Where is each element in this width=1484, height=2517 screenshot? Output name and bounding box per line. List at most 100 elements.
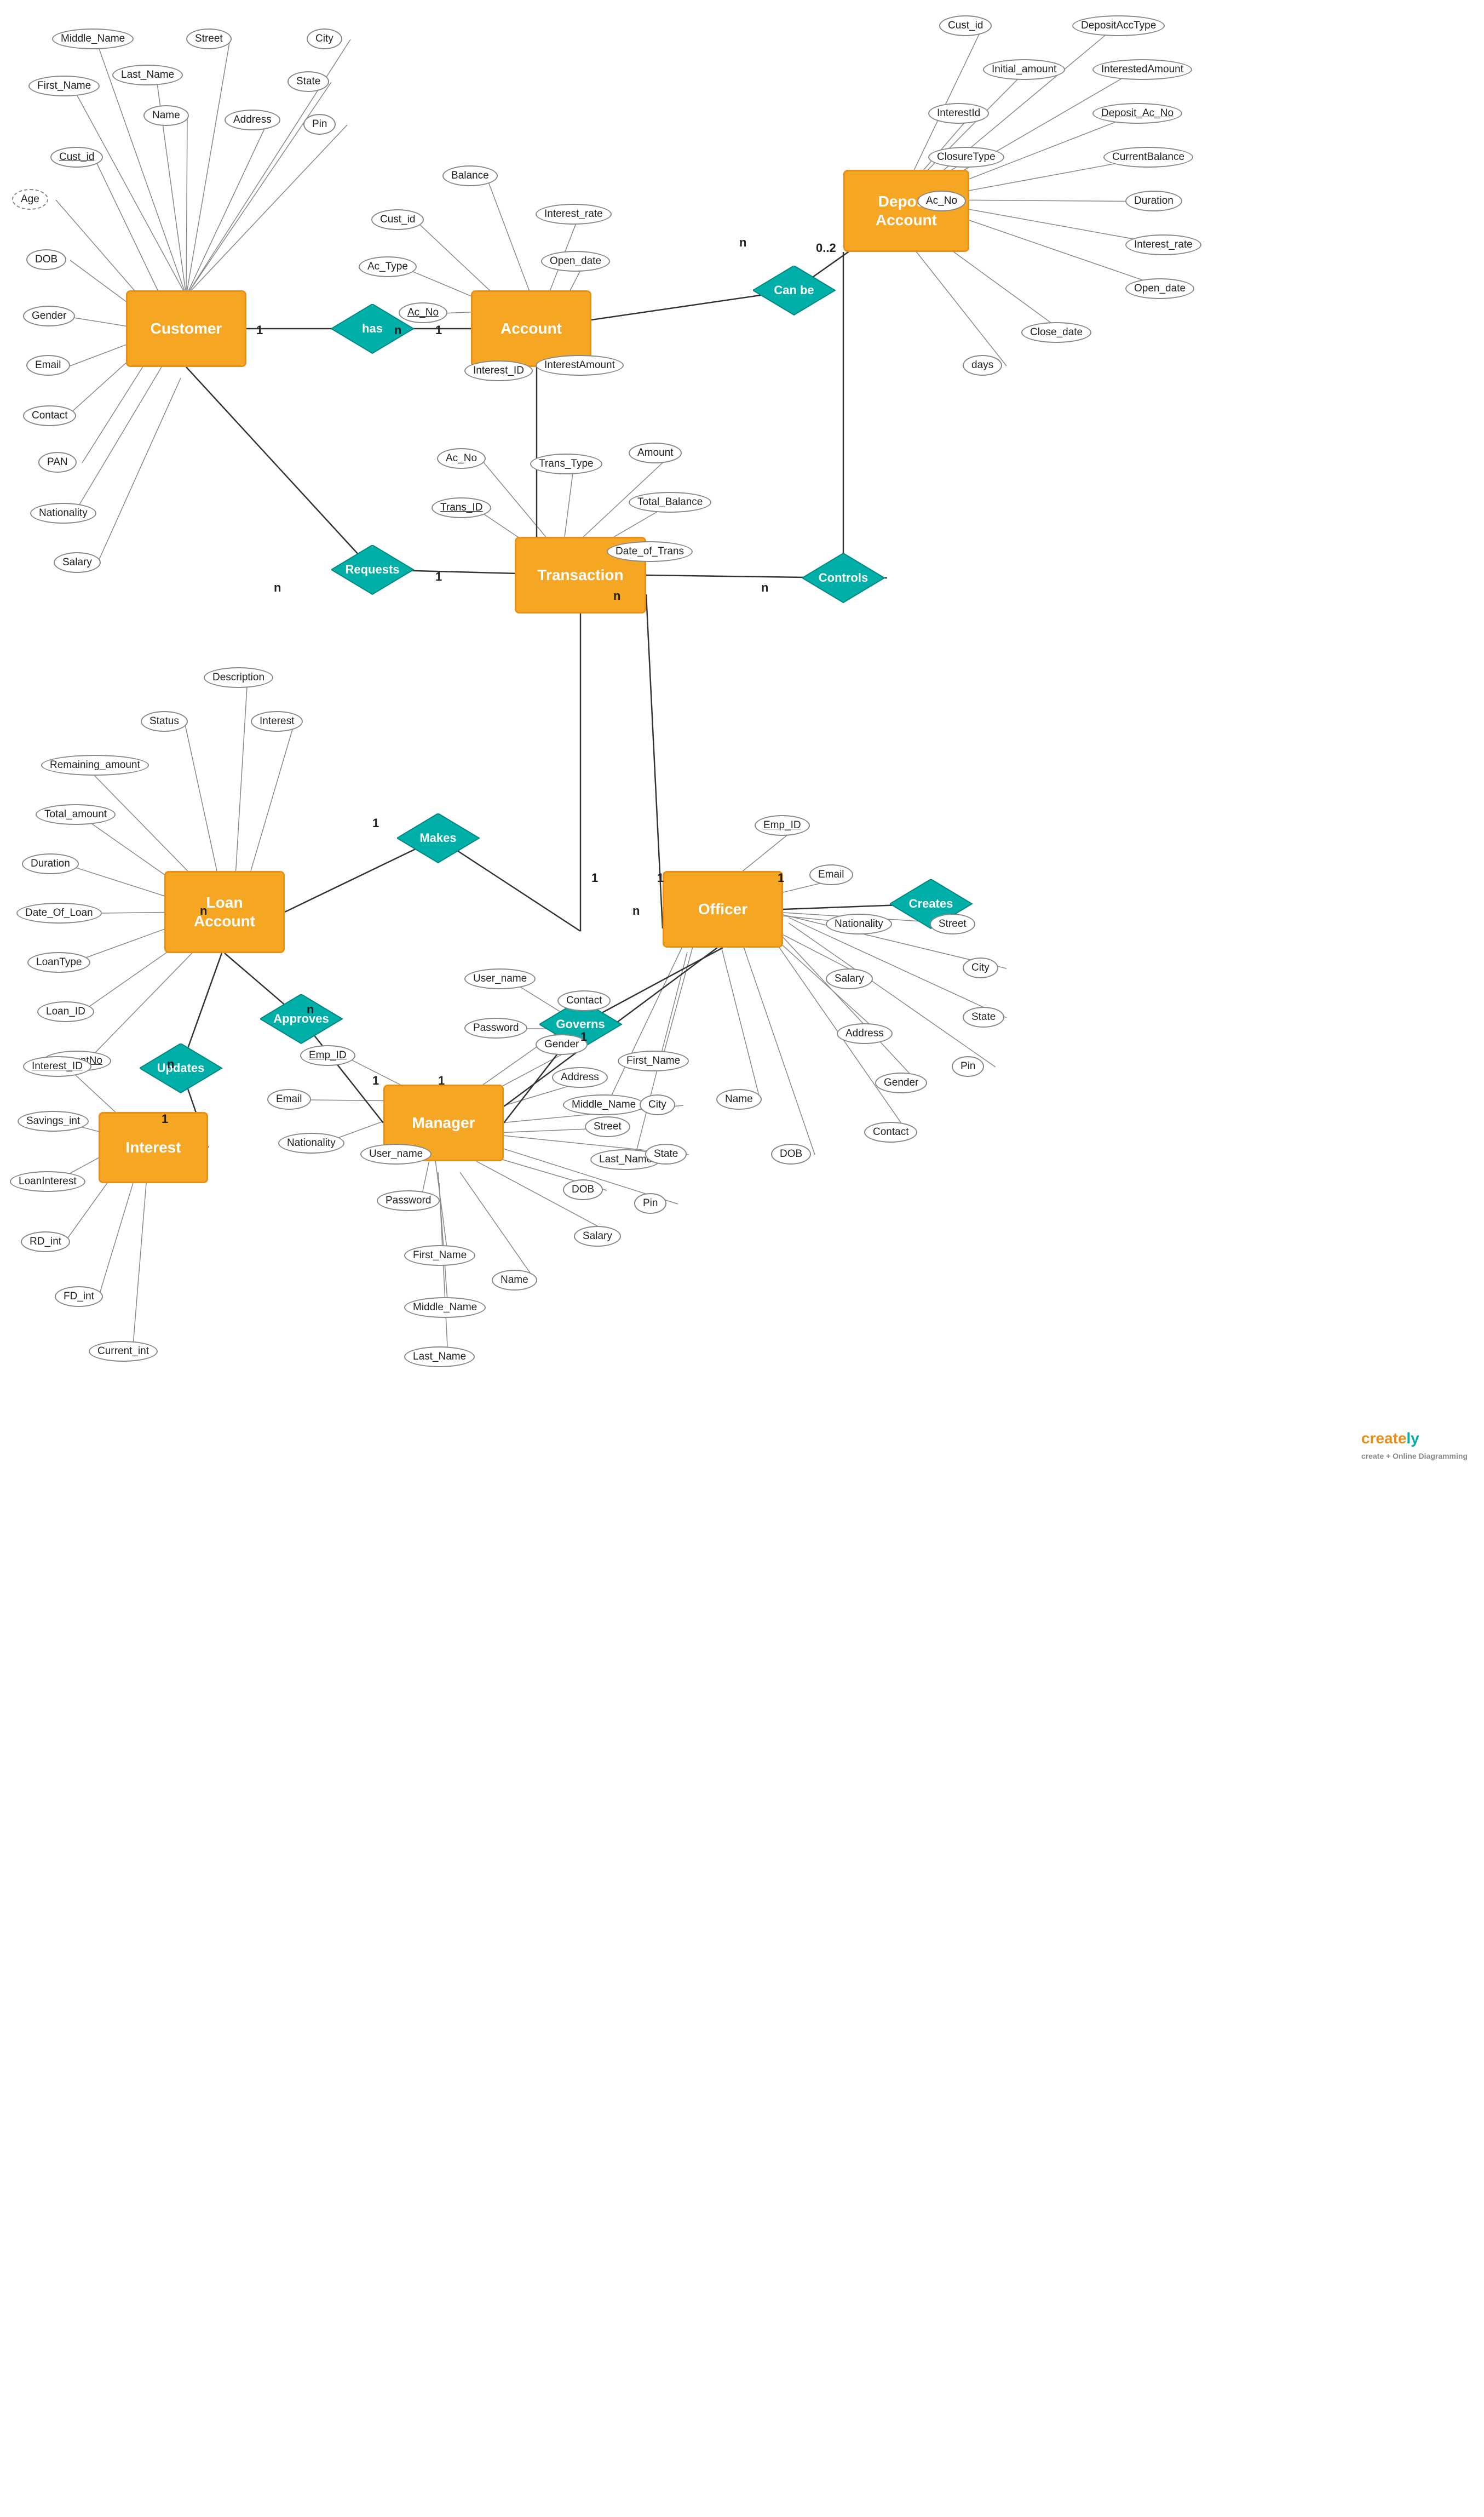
multiplicity-label: 1 bbox=[372, 1074, 379, 1088]
attribute-ellipse: Loan_ID bbox=[37, 1001, 94, 1022]
multiplicity-label: 1 bbox=[256, 323, 263, 337]
attribute-ellipse: Password bbox=[464, 1018, 527, 1039]
diamond-updates: Updates bbox=[140, 1044, 222, 1093]
diamond-requests: Requests bbox=[331, 545, 413, 594]
multiplicity-label: 1 bbox=[372, 816, 379, 830]
attribute-ellipse: Gender bbox=[23, 306, 75, 326]
attribute-ellipse: Last_Name bbox=[112, 65, 183, 85]
attribute-ellipse: Email bbox=[267, 1089, 311, 1110]
attribute-ellipse: Contact bbox=[864, 1122, 917, 1143]
attribute-ellipse: Middle_Name bbox=[563, 1094, 645, 1115]
attribute-ellipse: Middle_Name bbox=[404, 1297, 486, 1318]
attribute-ellipse: Email bbox=[809, 864, 853, 885]
attribute-ellipse: LoanType bbox=[27, 952, 90, 973]
attribute-ellipse: City bbox=[963, 958, 998, 978]
attribute-ellipse: Trans_ID bbox=[432, 497, 491, 518]
attribute-ellipse: Ac_No bbox=[437, 448, 486, 469]
attribute-ellipse: State bbox=[287, 71, 329, 92]
attribute-ellipse: Pin bbox=[303, 114, 336, 135]
attribute-ellipse: Salary bbox=[826, 968, 873, 989]
multiplicity-label: 0..2 bbox=[816, 241, 836, 255]
multiplicity-label: n bbox=[200, 904, 207, 918]
entity-loan_account: LoanAccount bbox=[164, 871, 285, 953]
attribute-ellipse: Balance bbox=[442, 165, 498, 186]
attribute-ellipse: RD_int bbox=[21, 1231, 70, 1252]
multiplicity-label: n bbox=[613, 589, 620, 603]
attribute-ellipse: Close_date bbox=[1021, 322, 1091, 343]
attribute-ellipse: DOB bbox=[771, 1144, 811, 1165]
diamond-creates: Creates bbox=[890, 879, 972, 928]
attribute-ellipse: Ac_No bbox=[917, 191, 966, 211]
diamond-can_be: Can be bbox=[753, 266, 835, 315]
attribute-ellipse: Description bbox=[204, 667, 273, 688]
attribute-ellipse: CurrentBalance bbox=[1103, 147, 1193, 168]
attribute-ellipse: InterestId bbox=[928, 103, 989, 124]
entity-interest: Interest bbox=[99, 1112, 208, 1183]
attribute-ellipse: Nationality bbox=[278, 1133, 344, 1154]
attribute-ellipse: Name bbox=[143, 105, 189, 126]
attribute-ellipse: DOB bbox=[563, 1179, 603, 1200]
multiplicity-label: 1 bbox=[435, 570, 442, 584]
attribute-ellipse: Interest_rate bbox=[536, 204, 612, 225]
attribute-ellipse: InterestedAmount bbox=[1092, 59, 1192, 80]
attribute-ellipse: Middle_Name bbox=[52, 28, 134, 49]
multiplicity-label: n bbox=[167, 1057, 174, 1071]
attribute-ellipse: Gender bbox=[875, 1073, 927, 1093]
diamond-controls: Controls bbox=[802, 553, 884, 603]
attribute-ellipse: City bbox=[307, 28, 342, 49]
attribute-ellipse: DOB bbox=[26, 249, 66, 270]
multiplicity-label: n bbox=[394, 323, 401, 337]
creately-badge: createlycreate + Online Diagramming bbox=[1361, 1430, 1468, 1463]
multiplicity-label: 1 bbox=[580, 1030, 587, 1044]
attribute-ellipse: Remaining_amount bbox=[41, 755, 149, 776]
attribute-ellipse: Current_int bbox=[89, 1341, 158, 1362]
diamond-makes: Makes bbox=[397, 813, 479, 863]
attribute-ellipse: Name bbox=[716, 1089, 762, 1110]
attribute-ellipse: Open_date bbox=[1125, 278, 1194, 299]
attribute-ellipse: Duration bbox=[22, 853, 79, 874]
attribute-ellipse: FD_int bbox=[55, 1286, 103, 1307]
attribute-ellipse: Salary bbox=[54, 552, 101, 573]
multiplicity-label: 1 bbox=[162, 1112, 168, 1126]
attribute-ellipse: DepositAccType bbox=[1072, 15, 1165, 36]
attribute-ellipse: First_Name bbox=[404, 1245, 475, 1266]
attribute-ellipse: Trans_Type bbox=[530, 454, 602, 474]
attribute-ellipse: Interest_rate bbox=[1125, 234, 1201, 255]
attribute-ellipse: User_name bbox=[464, 968, 536, 989]
attribute-ellipse: Ac_Type bbox=[359, 256, 417, 277]
attribute-ellipse: Interest_ID bbox=[464, 360, 533, 381]
attribute-ellipse: City bbox=[640, 1094, 675, 1115]
attribute-ellipse: Interest bbox=[251, 711, 303, 732]
attribute-ellipse: Last_Name bbox=[404, 1346, 475, 1367]
attribute-ellipse: Cust_id bbox=[371, 209, 424, 230]
attribute-ellipse: Password bbox=[377, 1190, 440, 1211]
entity-customer: Customer bbox=[126, 290, 246, 367]
multiplicity-label: n bbox=[274, 581, 281, 595]
entity-deposit_account: DepositAccount bbox=[843, 170, 969, 252]
attribute-ellipse: Emp_ID bbox=[755, 815, 810, 836]
attribute-ellipse: Cust_id bbox=[939, 15, 992, 36]
attribute-ellipse: InterestAmount bbox=[536, 355, 624, 376]
attribute-ellipse: State bbox=[645, 1144, 687, 1165]
attribute-ellipse: Status bbox=[141, 711, 188, 732]
attribute-ellipse: Initial_amount bbox=[983, 59, 1065, 80]
attribute-ellipse: Address bbox=[552, 1067, 608, 1088]
attribute-ellipse: Address bbox=[837, 1023, 893, 1044]
multiplicity-label: 1 bbox=[657, 871, 664, 885]
attribute-ellipse: Contact bbox=[23, 405, 76, 426]
attribute-ellipse: days bbox=[963, 355, 1002, 376]
multiplicity-label: 1 bbox=[591, 871, 598, 885]
attribute-ellipse: Pin bbox=[952, 1056, 984, 1077]
attribute-ellipse: ClosureType bbox=[928, 147, 1004, 168]
attribute-ellipse: First_Name bbox=[28, 76, 100, 96]
attribute-ellipse: State bbox=[963, 1007, 1004, 1028]
attribute-ellipse: Salary bbox=[574, 1226, 621, 1247]
attribute-ellipse: Date_of_Trans bbox=[607, 541, 693, 562]
multiplicity-label: n bbox=[739, 236, 746, 250]
attribute-ellipse: Total_Balance bbox=[629, 492, 711, 513]
entity-officer: Officer bbox=[663, 871, 783, 948]
attribute-ellipse: Open_date bbox=[541, 251, 610, 272]
attribute-ellipse: Address bbox=[225, 110, 280, 130]
attribute-ellipse: Pin bbox=[634, 1193, 666, 1214]
attribute-ellipse: Date_Of_Loan bbox=[16, 903, 102, 924]
